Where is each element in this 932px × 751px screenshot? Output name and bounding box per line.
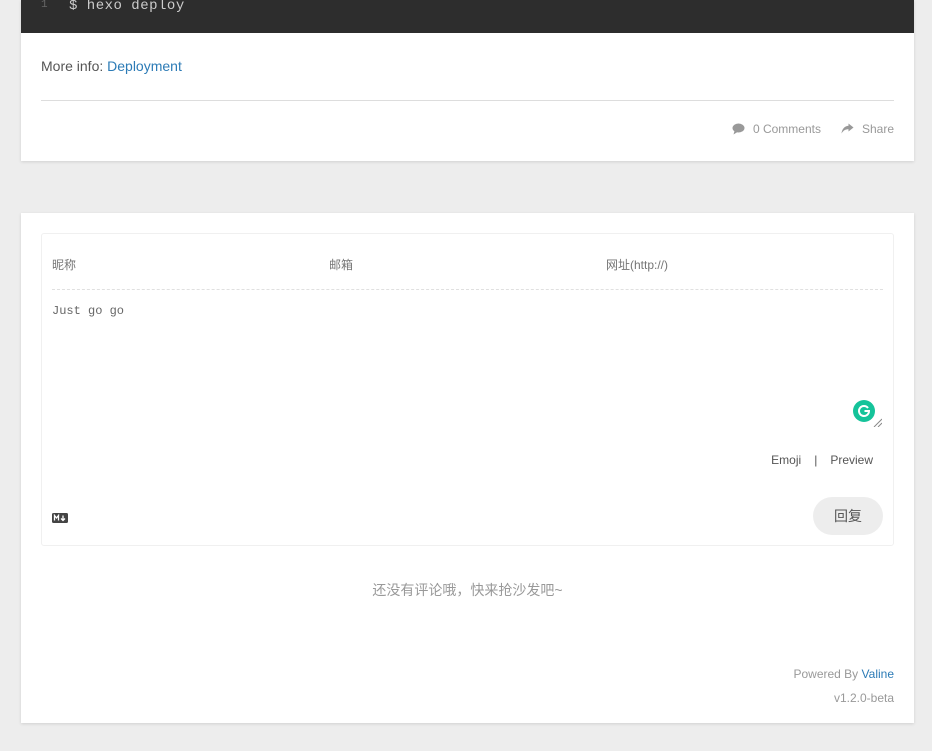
powered-by-label: Powered By <box>793 667 859 681</box>
controls-separator: | <box>814 453 818 467</box>
post-meta: 0 Comments Share <box>732 122 894 136</box>
version-text: v1.2.0-beta <box>833 691 894 705</box>
submit-button[interactable]: 回复 <box>813 497 883 535</box>
comment-form: Just go go Emoji | Preview 回复 <box>41 233 894 546</box>
comment-textarea[interactable]: Just go go <box>52 304 882 428</box>
more-info-label: More info: <box>41 58 104 74</box>
code-line-number: 1 <box>41 0 48 11</box>
valine-link[interactable]: Valine <box>862 667 894 681</box>
post-card: 1 $ hexo deploy More info: Deployment 0 … <box>21 0 914 161</box>
comments-link[interactable]: 0 Comments <box>732 122 821 136</box>
post-divider <box>41 100 894 101</box>
link-input[interactable] <box>606 258 856 272</box>
resize-handle-icon[interactable] <box>872 417 882 427</box>
comment-card: Just go go Emoji | Preview 回复 还没有评论哦，快来抢… <box>21 213 914 723</box>
empty-comments-text: 还没有评论哦，快来抢沙发吧~ <box>372 582 563 598</box>
share-label: Share <box>861 122 894 136</box>
code-block: 1 $ hexo deploy <box>21 0 914 33</box>
deployment-link[interactable]: Deployment <box>107 58 182 74</box>
mail-field-wrapper <box>329 258 579 272</box>
powered-by-line: Powered By Valine <box>793 662 894 686</box>
share-icon <box>841 123 854 134</box>
code-text: $ hexo deploy <box>69 0 185 14</box>
preview-button[interactable]: Preview <box>830 453 873 467</box>
comment-controls: Emoji | Preview <box>771 453 873 467</box>
comment-icon <box>732 123 745 135</box>
nick-field-wrapper <box>52 258 302 272</box>
link-field-wrapper <box>606 258 856 272</box>
more-info: More info: Deployment <box>41 58 182 74</box>
nick-input[interactable] <box>52 258 302 272</box>
powered-by: Powered By Valine v1.2.0-beta <box>793 662 894 710</box>
mail-input[interactable] <box>329 258 579 272</box>
comments-count: 0 Comments <box>752 122 821 136</box>
markdown-icon[interactable] <box>52 513 68 523</box>
emoji-button[interactable]: Emoji <box>771 453 801 467</box>
grammarly-g-icon <box>858 405 871 417</box>
share-link[interactable]: Share <box>841 122 894 136</box>
comment-form-header <box>52 234 883 290</box>
